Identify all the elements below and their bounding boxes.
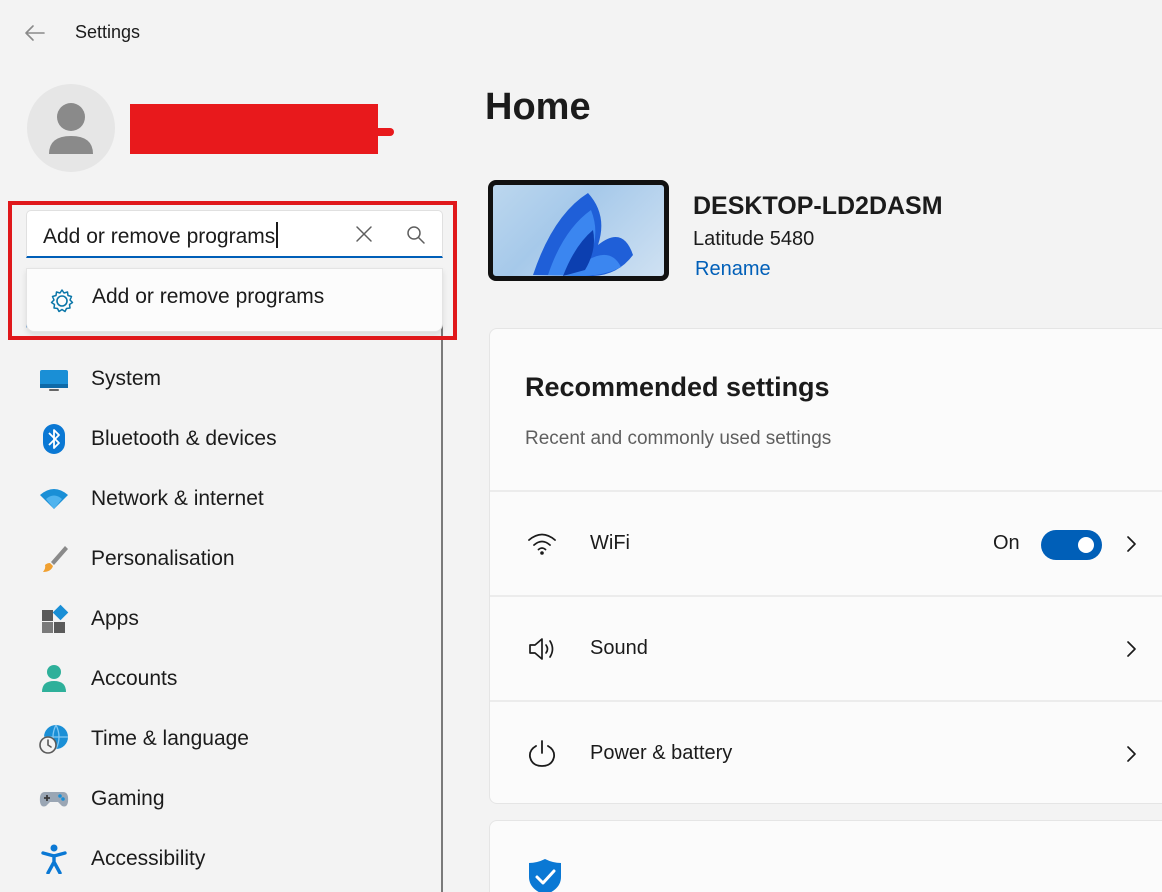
sidebar-item-time-language[interactable]: Time & language [26, 710, 431, 766]
wifi-icon [40, 489, 68, 509]
globe-clock-icon [39, 724, 68, 754]
row-label: Power & battery [590, 742, 733, 764]
sidebar-item-label: Network & internet [91, 487, 264, 510]
chevron-right-icon [1127, 536, 1136, 552]
sidebar-item-system[interactable]: System [26, 350, 431, 406]
recommended-row-power[interactable]: Power & battery [490, 700, 1162, 803]
system-icon [40, 370, 68, 391]
app-title: Settings [75, 22, 141, 42]
sidebar-item-label: System [91, 367, 162, 390]
person-icon [49, 103, 93, 154]
sidebar-item-gaming[interactable]: Gaming [26, 770, 431, 826]
bloom-wallpaper-image [533, 193, 633, 276]
recommended-settings-card: Recommended settings Recent and commonly… [489, 328, 1162, 804]
title-bar: Settings [0, 0, 1162, 64]
device-wallpaper-thumbnail [488, 180, 669, 281]
speaker-icon [529, 638, 554, 660]
sidebar-item-accounts[interactable]: Accounts [26, 650, 431, 706]
row-state: On [993, 532, 1020, 554]
shield-check-icon [529, 859, 561, 892]
sidebar-item-label: Personalisation [91, 547, 235, 570]
recommended-row-wifi[interactable]: WiFi On [490, 490, 1162, 594]
power-icon [528, 740, 556, 767]
avatar[interactable] [27, 84, 115, 172]
wifi-toggle[interactable] [1041, 530, 1102, 560]
back-arrow-icon [25, 25, 45, 41]
sidebar-item-label: Apps [91, 607, 139, 630]
device-model: Latitude 5480 [693, 228, 815, 250]
sidebar-item-apps[interactable]: Apps [26, 590, 431, 646]
wifi-icon [528, 533, 556, 555]
accessibility-icon [41, 844, 67, 874]
apps-icon [42, 604, 69, 633]
brush-icon [43, 546, 68, 572]
redaction-mark [370, 128, 394, 136]
highlight-annotation [8, 201, 457, 340]
chevron-right-icon [1127, 746, 1136, 762]
card-title: Recommended settings [525, 372, 830, 402]
toggle-knob [1078, 537, 1094, 553]
back-button[interactable] [18, 18, 52, 48]
redacted-user-name [130, 104, 378, 154]
sidebar-item-label: Time & language [91, 727, 249, 750]
sidebar-item-label: Accessibility [91, 847, 206, 870]
recommended-row-sound[interactable]: Sound [490, 595, 1162, 699]
account-icon [42, 665, 66, 692]
rename-link[interactable]: Rename [695, 258, 771, 281]
card-subtitle: Recent and commonly used settings [525, 428, 832, 449]
sidebar-item-label: Accounts [91, 667, 178, 690]
device-name: DESKTOP-LD2DASM [693, 192, 943, 220]
sidebar-divider [441, 320, 443, 892]
sidebar-item-label: Bluetooth & devices [91, 427, 277, 450]
sidebar-item-bluetooth[interactable]: Bluetooth & devices [26, 410, 431, 466]
chevron-right-icon [1127, 641, 1136, 657]
row-label: Sound [590, 637, 648, 659]
gamepad-icon [39, 792, 69, 807]
sidebar-item-label: Gaming [91, 787, 165, 810]
bluetooth-icon [43, 424, 65, 454]
sidebar-item-personalisation[interactable]: Personalisation [26, 530, 431, 586]
row-label: WiFi [590, 532, 630, 554]
sidebar-item-network[interactable]: Network & internet [26, 470, 431, 526]
security-card [489, 820, 1162, 892]
page-title: Home [485, 86, 591, 128]
sidebar-item-accessibility[interactable]: Accessibility [26, 830, 431, 886]
